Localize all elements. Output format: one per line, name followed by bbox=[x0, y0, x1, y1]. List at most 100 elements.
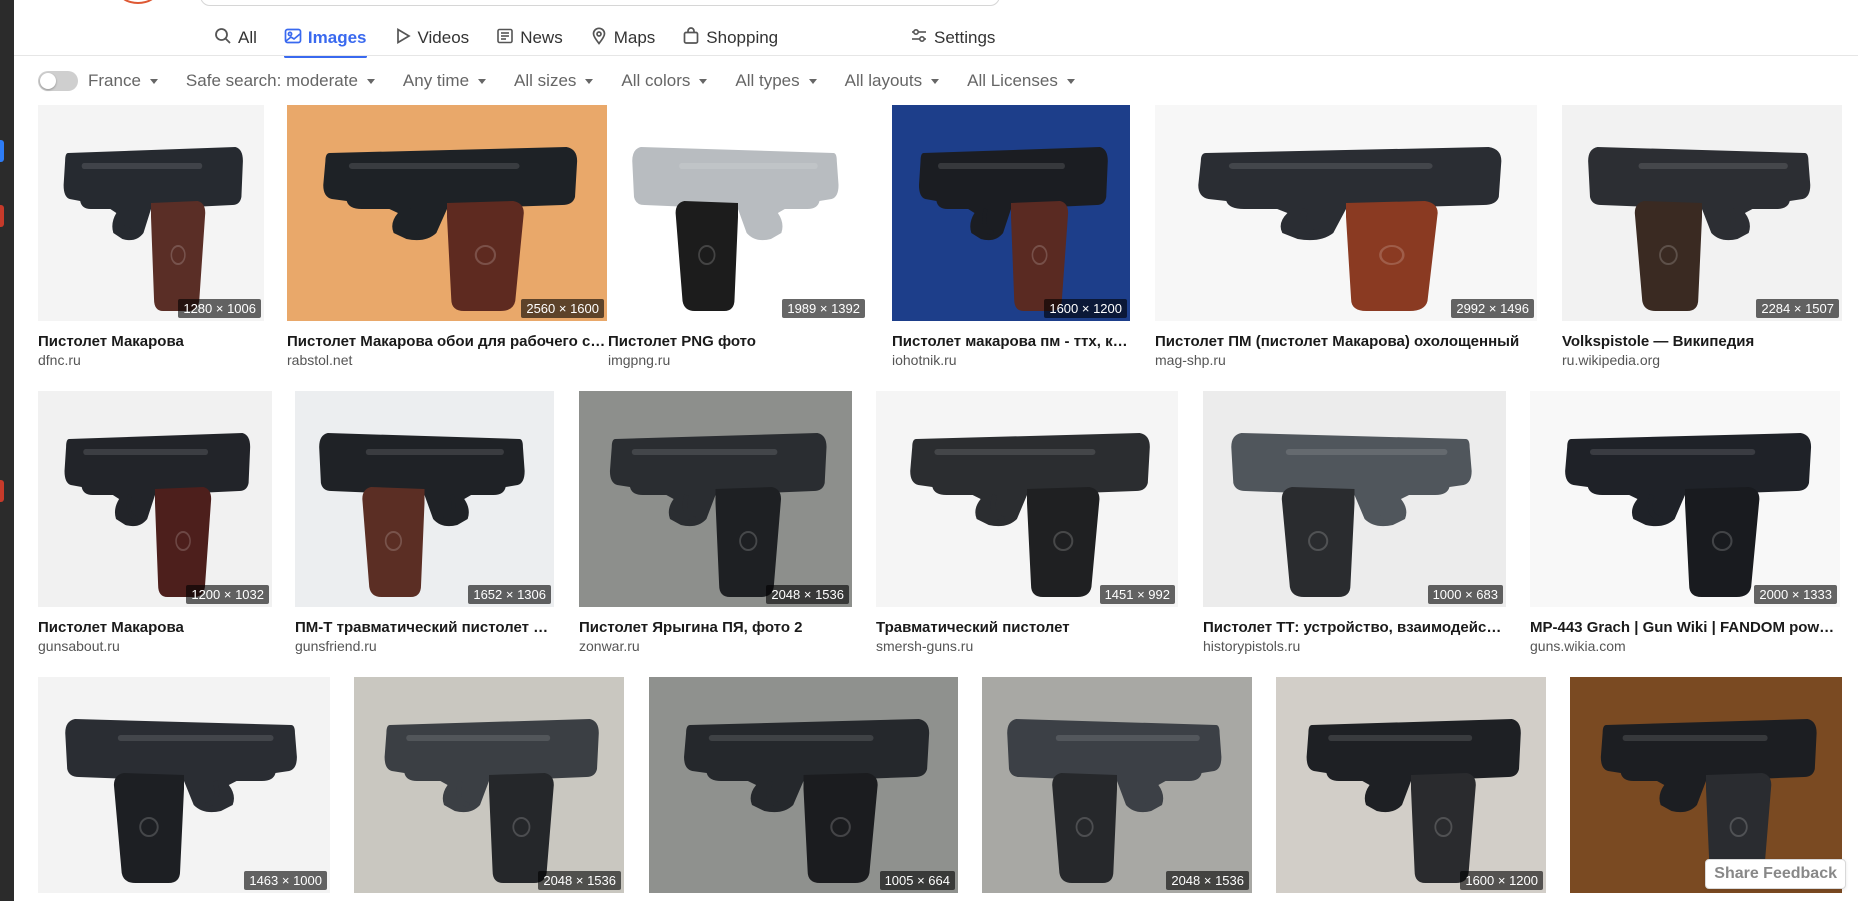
image-result[interactable]: 1280 × 1006 Пистолет Макарова dfnc.ru bbox=[38, 105, 264, 368]
layout-filter[interactable]: All layouts bbox=[845, 71, 940, 91]
image-thumbnail[interactable]: 2284 × 1507 bbox=[1562, 105, 1842, 321]
image-thumbnail[interactable]: 1652 × 1306 bbox=[295, 391, 554, 607]
tab-label: Shopping bbox=[706, 28, 779, 47]
image-source-domain[interactable]: gunsfriend.ru bbox=[295, 638, 554, 654]
image-thumbnail[interactable]: 1280 × 1006 bbox=[38, 105, 264, 321]
image-result[interactable]: 2000 × 1333 MP-443 Grach | Gun Wiki | FAN… bbox=[1530, 391, 1840, 654]
image-thumbnail[interactable]: 2048 × 1536 bbox=[354, 677, 624, 893]
image-result[interactable]: 1451 × 992 Травматический пистолет smersh-… bbox=[876, 391, 1178, 654]
tab-label: News bbox=[520, 28, 563, 47]
image-source-domain[interactable]: mag-shp.ru bbox=[1155, 352, 1537, 368]
image-title[interactable]: Пистолет ПМ (пистолет Макарова) охолощен… bbox=[1155, 333, 1537, 350]
image-result[interactable]: 2284 × 1507 Volkspistole — Википедия ru.wi… bbox=[1562, 105, 1842, 368]
image-result[interactable]: 1652 × 1306 ПМ-Т травматический пистолет … bbox=[295, 391, 554, 654]
safe-search-filter[interactable]: Safe search: moderate bbox=[186, 71, 375, 91]
image-title[interactable]: ПМ-Т травматический пистолет купить bbox=[295, 619, 554, 636]
newspaper-icon bbox=[496, 27, 514, 50]
image-title[interactable]: Volkspistole — Википедия bbox=[1562, 333, 1842, 350]
image-title[interactable]: Пистолет Макарова обои для рабочего стол… bbox=[287, 333, 607, 350]
image-result[interactable]: 2992 × 1496 Пистолет ПМ (пистолет Макаров… bbox=[1155, 105, 1537, 368]
image-source-domain[interactable]: smersh-guns.ru bbox=[876, 638, 1178, 654]
filter-bar: France Safe search: moderate Any time Al… bbox=[38, 66, 1103, 96]
tab-images[interactable]: Images bbox=[283, 20, 367, 58]
logo[interactable] bbox=[118, 0, 158, 4]
image-thumbnail[interactable]: 1600 × 1200 bbox=[1276, 677, 1546, 893]
image-result[interactable]: 1600 × 1200 bbox=[1276, 677, 1546, 893]
caret-down-icon bbox=[699, 78, 708, 84]
image-source-domain[interactable]: guns.wikia.com bbox=[1530, 638, 1840, 654]
tab-shopping[interactable]: Shopping bbox=[682, 20, 778, 56]
image-thumbnail[interactable]: 1200 × 1032 bbox=[38, 391, 272, 607]
image-source-domain[interactable]: zonwar.ru bbox=[579, 638, 852, 654]
image-thumbnail[interactable]: 2000 × 1333 bbox=[1530, 391, 1840, 607]
time-filter[interactable]: Any time bbox=[403, 71, 487, 91]
search-input[interactable] bbox=[200, 0, 1000, 6]
image-thumbnail[interactable]: 1600 × 1200 bbox=[892, 105, 1130, 321]
caret-down-icon bbox=[366, 78, 375, 84]
play-icon bbox=[394, 27, 412, 50]
image-source-domain[interactable]: historypistols.ru bbox=[1203, 638, 1506, 654]
image-source-domain[interactable]: ru.wikipedia.org bbox=[1562, 352, 1842, 368]
image-dimensions-badge: 1451 × 992 bbox=[1099, 585, 1175, 604]
image-result[interactable]: 1200 × 1032 Пистолет Макарова gunsabout.ru bbox=[38, 391, 272, 654]
tab-news[interactable]: News bbox=[496, 20, 563, 56]
filter-label: All types bbox=[735, 71, 800, 90]
image-source-domain[interactable]: imgpng.ru bbox=[608, 352, 868, 368]
image-dimensions-badge: 2992 × 1496 bbox=[1451, 299, 1534, 318]
image-title[interactable]: Пистолет Макарова bbox=[38, 333, 264, 350]
image-title[interactable]: Травматический пистолет bbox=[876, 619, 1178, 636]
image-thumbnail[interactable]: 1451 × 992 bbox=[876, 391, 1178, 607]
image-source-domain[interactable]: gunsabout.ru bbox=[38, 638, 272, 654]
color-filter[interactable]: All colors bbox=[621, 71, 708, 91]
image-source-domain[interactable]: dfnc.ru bbox=[38, 352, 264, 368]
image-thumbnail[interactable]: 2560 × 1600 bbox=[287, 105, 607, 321]
settings-label: Settings bbox=[934, 28, 996, 47]
image-thumbnail[interactable]: 2048 × 1536 bbox=[982, 677, 1252, 893]
image-result[interactable]: 1600 × 1200 Пистолет макарова пм - ттх, к… bbox=[892, 105, 1130, 368]
image-result[interactable]: 1463 × 1000 bbox=[38, 677, 330, 893]
image-thumbnail[interactable]: 1000 × 683 bbox=[1203, 391, 1506, 607]
image-title[interactable]: Пистолет макарова пм - ттх, калибр bbox=[892, 333, 1130, 350]
image-result[interactable]: 1005 × 664 bbox=[649, 677, 958, 893]
image-result[interactable]: 2048 × 1536 bbox=[982, 677, 1252, 893]
image-title[interactable]: Пистолет Ярыгина ПЯ, фото 2 bbox=[579, 619, 852, 636]
image-title[interactable]: MP-443 Grach | Gun Wiki | FANDOM powered… bbox=[1530, 619, 1840, 636]
image-dimensions-badge: 1600 × 1200 bbox=[1044, 299, 1127, 318]
image-thumbnail[interactable]: 2992 × 1496 bbox=[1155, 105, 1537, 321]
image-result[interactable]: 2560 × 1600 Пистолет Макарова обои для ра… bbox=[287, 105, 607, 368]
caret-down-icon bbox=[808, 78, 817, 84]
image-dimensions-badge: 1600 × 1200 bbox=[1460, 871, 1543, 890]
image-dimensions-badge: 1200 × 1032 bbox=[186, 585, 269, 604]
image-dimensions-badge: 2000 × 1333 bbox=[1754, 585, 1837, 604]
share-feedback-button[interactable]: Share Feedback bbox=[1705, 859, 1846, 889]
image-dimensions-badge: 1652 × 1306 bbox=[468, 585, 551, 604]
tab-maps[interactable]: Maps bbox=[590, 20, 656, 56]
region-filter[interactable]: France bbox=[88, 71, 158, 91]
image-title[interactable]: Пистолет PNG фото bbox=[608, 333, 868, 350]
image-dimensions-badge: 2284 × 1507 bbox=[1756, 299, 1839, 318]
license-filter[interactable]: All Licenses bbox=[967, 71, 1075, 91]
image-dimensions-badge: 2048 × 1536 bbox=[766, 585, 849, 604]
search-type-tabs: All Images Videos News Maps Shopping bbox=[214, 20, 805, 58]
image-result[interactable]: 2048 × 1536 bbox=[354, 677, 624, 893]
image-result[interactable]: 1989 × 1392 Пистолет PNG фото imgpng.ru bbox=[608, 105, 868, 368]
image-title[interactable]: Пистолет Макарова bbox=[38, 619, 272, 636]
tab-label: Maps bbox=[613, 28, 656, 47]
type-filter[interactable]: All types bbox=[735, 71, 817, 91]
tab-all[interactable]: All bbox=[214, 20, 257, 56]
region-toggle[interactable] bbox=[38, 71, 78, 91]
image-dimensions-badge: 2560 × 1600 bbox=[521, 299, 604, 318]
image-dimensions-badge: 1463 × 1000 bbox=[244, 871, 327, 890]
settings-button[interactable]: Settings bbox=[910, 20, 995, 56]
image-thumbnail[interactable]: 1989 × 1392 bbox=[608, 105, 868, 321]
image-thumbnail[interactable]: 1005 × 664 bbox=[649, 677, 958, 893]
image-thumbnail[interactable]: 2048 × 1536 bbox=[579, 391, 852, 607]
image-title[interactable]: Пистолет ТТ: устройство, взаимодействие … bbox=[1203, 619, 1506, 636]
image-result[interactable]: 1000 × 683 Пистолет ТТ: устройство, взаим… bbox=[1203, 391, 1506, 654]
image-result[interactable]: 2048 × 1536 Пистолет Ярыгина ПЯ, фото 2 zo… bbox=[579, 391, 852, 654]
image-source-domain[interactable]: iohotnik.ru bbox=[892, 352, 1130, 368]
size-filter[interactable]: All sizes bbox=[514, 71, 594, 91]
image-source-domain[interactable]: rabstol.net bbox=[287, 352, 607, 368]
image-thumbnail[interactable]: 1463 × 1000 bbox=[38, 677, 330, 893]
tab-videos[interactable]: Videos bbox=[394, 20, 469, 56]
